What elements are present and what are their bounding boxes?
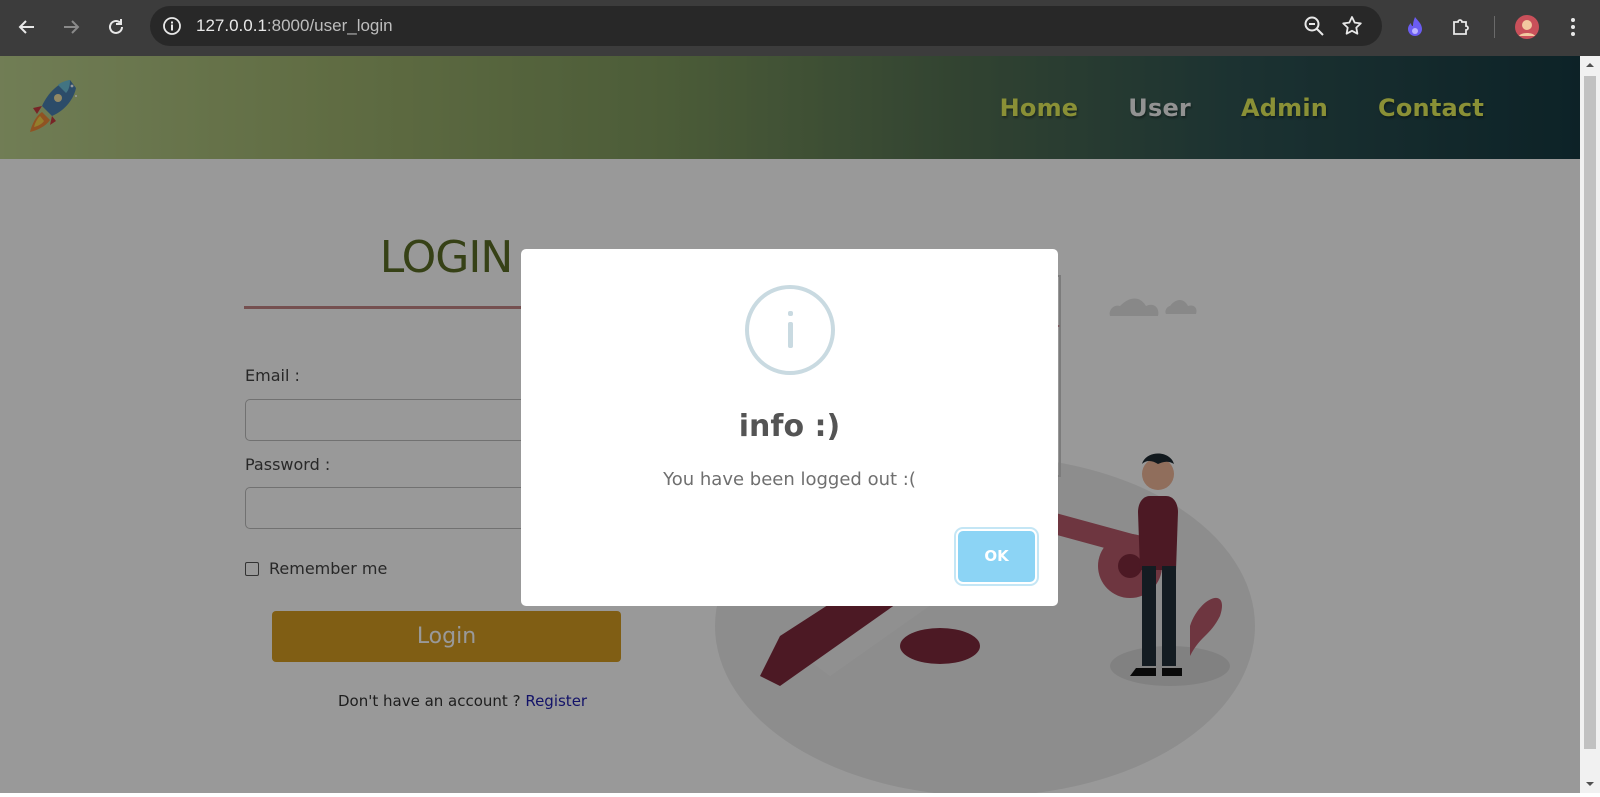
scroll-up-arrow-icon[interactable] (1580, 56, 1600, 74)
url-text[interactable]: 127.0.0.1:8000/user_login (196, 6, 393, 46)
page-viewport: Home User Admin Contact LOGIN Email : Pa… (0, 56, 1580, 793)
profile-avatar[interactable] (1512, 12, 1542, 42)
toolbar-divider (1494, 16, 1495, 38)
address-bar[interactable]: 127.0.0.1:8000/user_login (150, 6, 1382, 46)
zoom-icon[interactable] (1302, 14, 1326, 42)
info-dialog: info :) You have been logged out :( OK (521, 249, 1058, 606)
dialog-message: You have been logged out :( (663, 469, 916, 490)
extensions-puzzle-icon[interactable] (1446, 12, 1476, 42)
scroll-down-arrow-icon[interactable] (1580, 775, 1600, 793)
page-scrollbar[interactable] (1580, 56, 1600, 793)
back-icon[interactable] (12, 12, 42, 42)
ok-button[interactable]: OK (958, 531, 1035, 582)
extension-flame-icon[interactable] (1400, 12, 1430, 42)
info-icon-dot (788, 311, 793, 316)
menu-kebab-icon[interactable] (1558, 12, 1588, 42)
reload-icon[interactable] (101, 12, 131, 42)
scroll-thumb[interactable] (1584, 76, 1596, 749)
site-info-icon[interactable] (160, 14, 184, 38)
browser-toolbar: 127.0.0.1:8000/user_login (0, 0, 1600, 56)
url-path: :8000/user_login (266, 16, 393, 35)
forward-icon[interactable] (56, 12, 86, 42)
info-icon-bar (788, 322, 793, 348)
url-host: 127.0.0.1 (196, 16, 267, 35)
info-icon (745, 285, 835, 375)
bookmark-star-icon[interactable] (1340, 14, 1364, 42)
dialog-title: info :) (738, 409, 841, 444)
